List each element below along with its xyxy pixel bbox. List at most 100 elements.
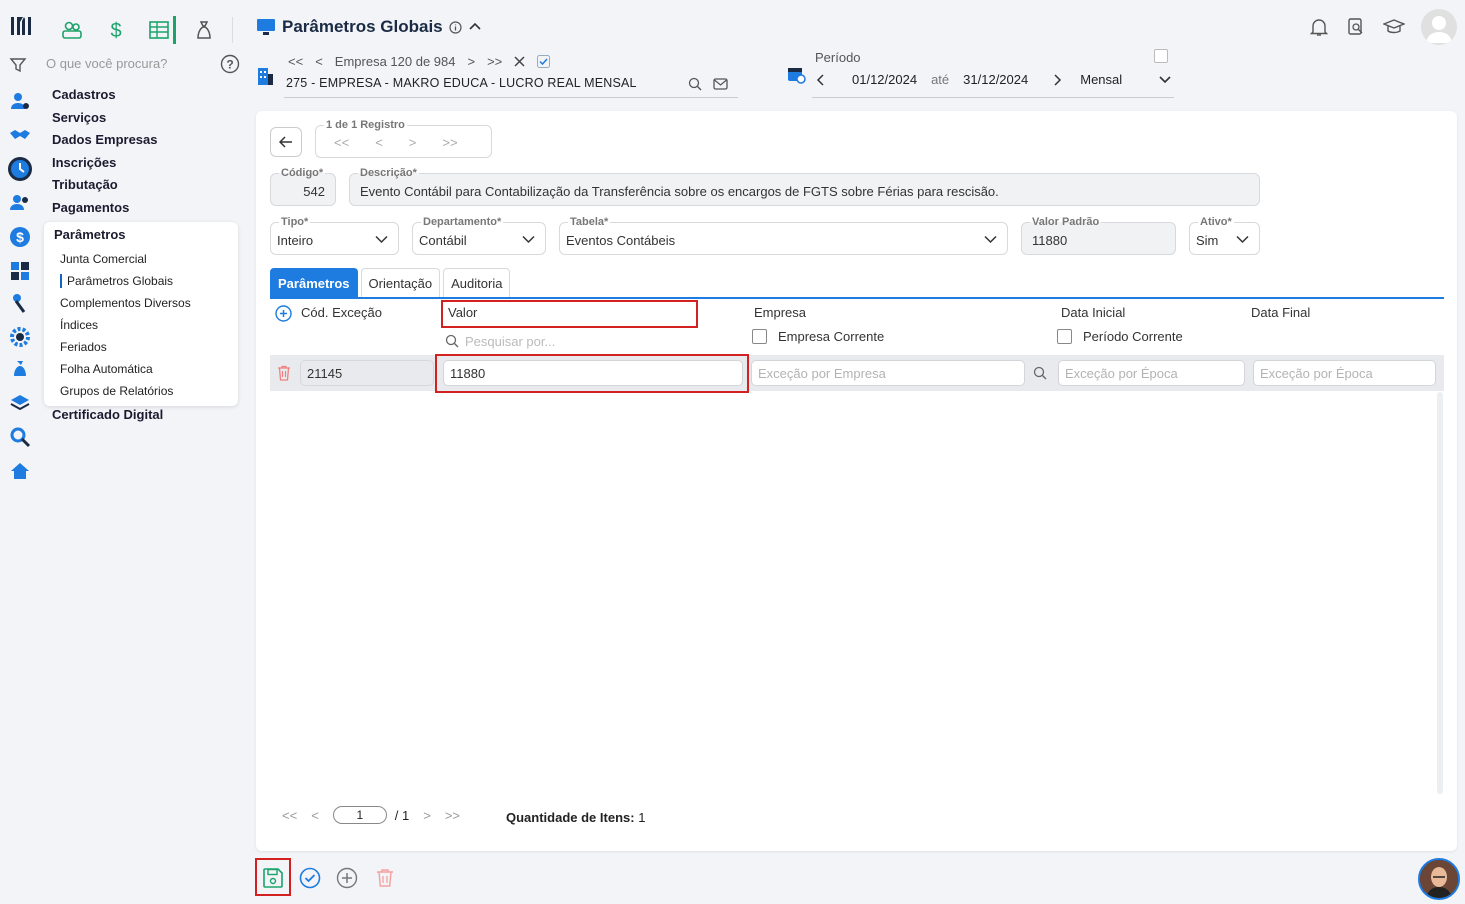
sidebar-subitem-parametros-globais[interactable]: Parâmetros Globais: [44, 270, 238, 292]
descricao-field[interactable]: Descrição* Evento Contábil para Contabil…: [349, 167, 1260, 206]
assistant-avatar[interactable]: [1418, 858, 1460, 900]
periodo-checkbox[interactable]: [1154, 49, 1168, 63]
ativo-select[interactable]: Ativo* Sim: [1189, 216, 1260, 255]
delete-button[interactable]: [376, 868, 394, 888]
sidebar-subitem-junta-comercial[interactable]: Junta Comercial: [44, 248, 238, 270]
data-inicial-input[interactable]: Exceção por Época: [1058, 360, 1245, 386]
sidebar-item-cadastros[interactable]: Cadastros: [52, 84, 242, 107]
people-icon[interactable]: [56, 16, 88, 44]
back-button[interactable]: [270, 127, 302, 157]
periodicity-select[interactable]: Mensal: [1080, 72, 1144, 87]
sidebar-subitem-grupos-relatorios[interactable]: Grupos de Relatórios: [44, 380, 238, 402]
tools-icon[interactable]: [9, 292, 31, 314]
search-input[interactable]: O que você procura?: [46, 56, 167, 71]
empresa-corrente-checkbox[interactable]: [752, 329, 767, 344]
user-avatar[interactable]: [1421, 9, 1457, 45]
next-period-button[interactable]: [1052, 73, 1062, 86]
money-bag-outline-icon[interactable]: [188, 16, 220, 44]
calculator-icon[interactable]: [9, 260, 31, 282]
help-icon[interactable]: ?: [220, 54, 240, 74]
chevron-down-icon[interactable]: [1158, 75, 1172, 85]
prev-record-button[interactable]: <: [375, 135, 383, 150]
sidebar-item-servicos[interactable]: Serviços: [52, 107, 242, 130]
sidebar-subitem-indices[interactable]: Índices: [44, 314, 238, 336]
checkbox-checked-icon[interactable]: [537, 55, 551, 68]
cod-excecao-input[interactable]: 21145: [300, 360, 434, 386]
tab-parametros[interactable]: Parâmetros: [270, 268, 358, 297]
sidebar-subitem-feriados[interactable]: Feriados: [44, 336, 238, 358]
empresa-corrente-filter[interactable]: Empresa Corrente: [752, 329, 884, 344]
info-icon[interactable]: [449, 20, 462, 34]
save-button[interactable]: [262, 867, 284, 889]
tab-orientacao[interactable]: Orientação: [360, 268, 441, 297]
data-final-input[interactable]: Exceção por Época: [1253, 360, 1436, 386]
empresa-name[interactable]: 275 - EMPRESA - MAKRO EDUCA - LUCRO REAL…: [286, 76, 637, 90]
dollar-icon[interactable]: $: [9, 226, 31, 248]
last-page-button[interactable]: >>: [445, 808, 460, 823]
confirm-button[interactable]: [299, 867, 321, 889]
search-icon[interactable]: [9, 426, 31, 448]
layers-icon[interactable]: [9, 392, 31, 414]
page-input[interactable]: 1: [332, 806, 387, 824]
valor-padrao-field[interactable]: Valor Padrão 11880: [1021, 216, 1176, 255]
mail-icon[interactable]: [713, 77, 728, 91]
next-page-button[interactable]: >: [423, 808, 431, 823]
valor-search-input[interactable]: Pesquisar por...: [465, 334, 555, 349]
user-add-icon[interactable]: [9, 90, 31, 112]
prev-period-button[interactable]: [816, 73, 826, 86]
next-empresa-button[interactable]: >: [467, 54, 475, 69]
sidebar-item-tributacao[interactable]: Tributação: [52, 174, 242, 197]
sidebar-item-inscricoes[interactable]: Inscrições: [52, 152, 242, 175]
first-page-button[interactable]: <<: [282, 808, 297, 823]
date-to[interactable]: 31/12/2024: [963, 72, 1028, 87]
sidebar-item-parametros[interactable]: Parâmetros: [44, 224, 238, 246]
empresa-excecao-input[interactable]: Exceção por Empresa: [751, 360, 1025, 386]
menu-search[interactable]: O que você procura? ?: [8, 52, 240, 76]
clock-icon[interactable]: [7, 156, 33, 182]
vertical-scrollbar[interactable]: [1437, 392, 1443, 794]
app-logo-icon[interactable]: [9, 14, 31, 36]
gear-icon[interactable]: [9, 326, 31, 348]
search-empresa-row-icon[interactable]: [1033, 366, 1047, 380]
col-data-final[interactable]: Data Final: [1251, 305, 1310, 320]
spreadsheet-icon[interactable]: [144, 16, 176, 44]
tipo-select[interactable]: Tipo* Inteiro: [270, 216, 399, 255]
dollar-sign-icon[interactable]: $: [100, 16, 132, 44]
codigo-field[interactable]: Código* 542: [270, 167, 336, 206]
first-record-button[interactable]: <<: [334, 135, 349, 150]
close-icon[interactable]: [514, 56, 525, 67]
delete-row-icon[interactable]: [277, 365, 291, 381]
periodo-corrente-checkbox[interactable]: [1057, 329, 1072, 344]
bell-icon[interactable]: [1310, 17, 1328, 37]
next-record-button[interactable]: >: [409, 135, 417, 150]
chevron-up-icon[interactable]: [468, 20, 482, 34]
sidebar-item-certificado-digital[interactable]: Certificado Digital: [52, 407, 163, 422]
tabela-select[interactable]: Tabela* Eventos Contábeis: [559, 216, 1008, 255]
sidebar-subitem-complementos-diversos[interactable]: Complementos Diversos: [44, 292, 238, 314]
sidebar-item-pagamentos[interactable]: Pagamentos: [52, 197, 242, 220]
add-button[interactable]: [336, 867, 358, 889]
col-empresa[interactable]: Empresa: [754, 305, 806, 320]
sidebar-subitem-folha-automatica[interactable]: Folha Automática: [44, 358, 238, 380]
prev-empresa-button[interactable]: <: [315, 54, 323, 69]
date-from[interactable]: 01/12/2024: [852, 72, 917, 87]
last-record-button[interactable]: >>: [442, 135, 457, 150]
tab-auditoria[interactable]: Auditoria: [443, 268, 511, 297]
departamento-select[interactable]: Departamento* Contábil: [412, 216, 546, 255]
col-cod-excecao[interactable]: Cód. Exceção: [301, 305, 382, 320]
users-icon[interactable]: [9, 192, 31, 214]
sidebar-item-dados-empresas[interactable]: Dados Empresas: [52, 129, 242, 152]
calendar-icon[interactable]: [786, 64, 806, 84]
first-empresa-button[interactable]: <<: [288, 54, 303, 69]
document-search-icon[interactable]: [1347, 17, 1365, 37]
money-bag-icon[interactable]: [9, 358, 31, 380]
col-data-inicial[interactable]: Data Inicial: [1061, 305, 1125, 320]
add-row-icon[interactable]: [275, 305, 292, 322]
home-icon[interactable]: [9, 460, 31, 482]
handshake-icon[interactable]: [9, 124, 31, 146]
last-empresa-button[interactable]: >>: [487, 54, 502, 69]
graduation-cap-icon[interactable]: [1383, 17, 1405, 37]
prev-page-button[interactable]: <: [311, 808, 319, 823]
search-empresa-icon[interactable]: [688, 77, 702, 91]
periodo-corrente-filter[interactable]: Período Corrente: [1057, 329, 1183, 344]
